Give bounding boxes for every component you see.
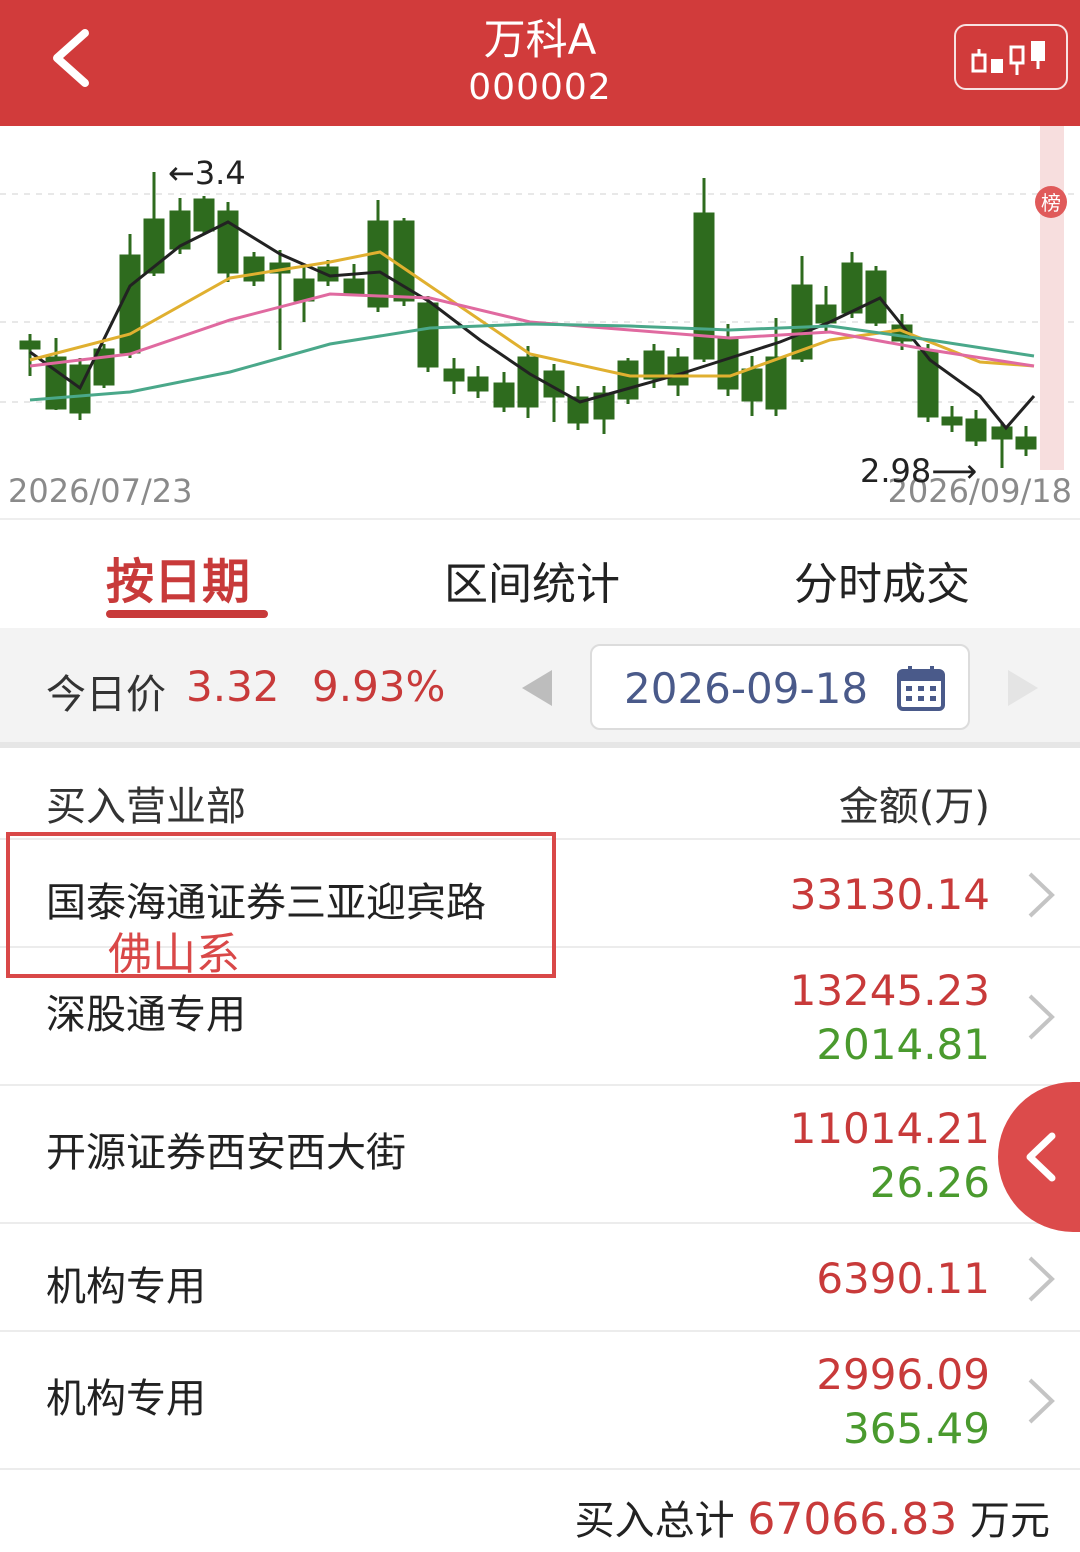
- candle-body: [1015, 436, 1037, 450]
- candle-body: [143, 218, 165, 274]
- candle-body: [343, 278, 365, 296]
- highlight-annotation-text: 佛山系: [108, 929, 240, 980]
- buy-total-amount: 67066.83: [747, 1494, 958, 1545]
- chevron-right-icon: [1028, 994, 1055, 1040]
- candle-body: [193, 198, 215, 232]
- stock-name: 万科A: [483, 15, 597, 64]
- candle-body: [467, 376, 489, 392]
- candle-body: [865, 270, 887, 324]
- next-date-arrow-icon[interactable]: [1006, 668, 1040, 708]
- candle-body: [841, 262, 863, 314]
- prev-date-arrow-icon[interactable]: [520, 668, 554, 708]
- sell-amount: 2014.81: [816, 1020, 990, 1069]
- sell-amount: 365.49: [843, 1404, 990, 1453]
- chart-high-annotation: ←3.4: [168, 154, 246, 192]
- tab-by-date[interactable]: 按日期: [106, 542, 250, 612]
- table-row[interactable]: 机构专用 2996.09 365.49: [0, 1332, 1080, 1470]
- col-buy-branch: 买入营业部: [46, 784, 246, 830]
- buy-total: 买入总计 67066.83 万元: [575, 1488, 1050, 1546]
- buy-amount: 33130.14: [789, 870, 990, 919]
- chevron-left-icon: [1026, 1132, 1056, 1182]
- buy-amount: 2996.09: [816, 1350, 990, 1399]
- buy-total-label: 买入总计: [574, 1498, 735, 1544]
- candle-body: [617, 360, 639, 400]
- candle-body: [293, 278, 315, 302]
- active-tab-indicator: [106, 610, 268, 618]
- candle-body: [667, 356, 689, 386]
- col-amount: 金额(万): [838, 784, 990, 830]
- date-picker-field[interactable]: 2026-09-18: [590, 644, 970, 730]
- candle-body: [965, 418, 987, 442]
- kline-toggle-button[interactable]: [954, 24, 1068, 90]
- tab-intraday-trades[interactable]: 分时成交: [794, 548, 970, 612]
- buy-amount: 13245.23: [789, 966, 990, 1015]
- sell-amount: 26.26: [869, 1158, 990, 1207]
- buy-amount: 6390.11: [816, 1254, 990, 1303]
- chevron-right-icon: [1028, 872, 1055, 918]
- today-change-pct: 9.93%: [312, 662, 446, 711]
- candle-body: [367, 220, 389, 308]
- table-row[interactable]: 机构专用 6390.11: [0, 1224, 1080, 1332]
- branch-name: 深股通专用: [46, 992, 246, 1038]
- branch-name: 机构专用: [46, 1264, 206, 1310]
- table-header: 买入营业部 金额(万): [0, 754, 1080, 840]
- candle-body: [417, 302, 439, 368]
- chevron-right-icon: [1028, 1256, 1055, 1302]
- chart-low-annotation: 2.98⟶: [860, 452, 978, 490]
- price-bar: 今日价 3.32 9.93% 2026-09-18: [0, 628, 1080, 748]
- candle-body: [643, 350, 665, 380]
- ranking-badge-label: 榜: [1041, 191, 1061, 215]
- candle-body: [517, 356, 539, 408]
- stock-title-block: 万科A 000002: [0, 14, 1080, 110]
- candle-body: [393, 220, 415, 302]
- candle-body: [941, 416, 963, 426]
- candle-body: [741, 368, 763, 402]
- today-price-value: 3.32: [186, 662, 280, 711]
- candle-body: [765, 356, 787, 410]
- latest-day-highlight: [1040, 126, 1064, 470]
- buy-total-unit: 万元: [970, 1498, 1050, 1544]
- header-bar: 万科A 000002: [0, 0, 1080, 126]
- today-price-label: 今日价: [46, 672, 166, 718]
- date-picker-value: 2026-09-18: [624, 664, 869, 713]
- highlight-annotation-box: [6, 832, 556, 978]
- tab-bar: 按日期 区间统计 分时成交: [0, 518, 1080, 628]
- chart-low-label: 2.98: [860, 452, 932, 490]
- candle-body: [991, 426, 1013, 440]
- candlestick-icon: [971, 41, 1045, 75]
- chart-start-date: 2026/07/23: [8, 472, 193, 510]
- chart-high-label: 3.4: [194, 154, 246, 192]
- calendar-icon[interactable]: [896, 664, 946, 712]
- candle-body: [493, 382, 515, 408]
- branch-name: 开源证券西安西大街: [46, 1130, 406, 1176]
- candle-body: [243, 256, 265, 282]
- candle-body: [717, 338, 739, 390]
- candle-body: [119, 254, 141, 354]
- tab-range-stats[interactable]: 区间统计: [444, 548, 620, 612]
- stock-code: 000002: [468, 67, 612, 108]
- chevron-right-icon: [1028, 1378, 1055, 1424]
- table-row[interactable]: 开源证券西安西大街 11014.21 26.26: [0, 1086, 1080, 1224]
- candle-body: [443, 368, 465, 382]
- buy-amount: 11014.21: [789, 1104, 990, 1153]
- candle-body: [19, 340, 41, 350]
- branch-name: 机构专用: [46, 1376, 206, 1422]
